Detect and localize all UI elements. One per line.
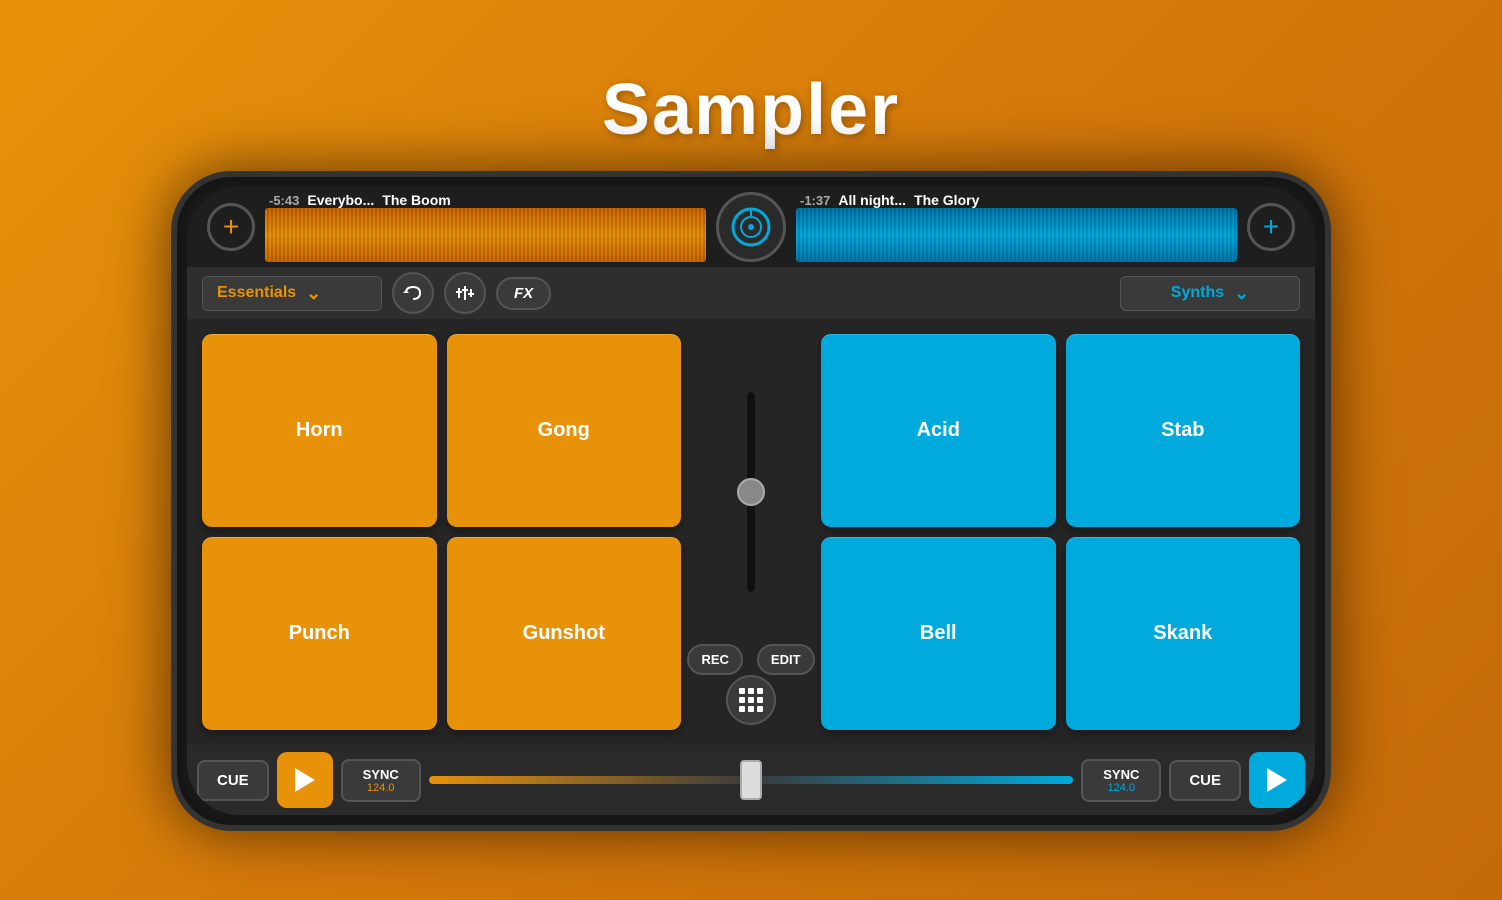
right-sync-button[interactable]: SYNC 124.0 (1081, 759, 1161, 802)
pad-gunshot[interactable]: Gunshot (447, 537, 682, 730)
fx-button[interactable]: FX (496, 277, 551, 310)
left-play-icon (295, 768, 315, 792)
add-deck-left-button[interactable]: + (207, 203, 255, 251)
main-area: Horn Gong Punch Gunshot REC EDIT (187, 319, 1315, 745)
pad-skank[interactable]: Skank (1066, 537, 1301, 730)
left-cue-button[interactable]: CUE (197, 760, 269, 801)
phone-body: + -5:43 Everybo... The Boom (171, 171, 1331, 831)
crossfader-track (429, 776, 1074, 784)
right-waveform[interactable] (796, 208, 1237, 262)
synths-label: Synths (1171, 284, 1224, 302)
volume-slider-track (747, 392, 755, 592)
right-play-button[interactable] (1249, 752, 1305, 808)
grid-dot-5 (748, 697, 754, 703)
controls-bar: Essentials ⌄ (187, 267, 1315, 319)
phone-screen: + -5:43 Everybo... The Boom (187, 187, 1315, 815)
dj-logo (716, 192, 786, 262)
logo-icon (730, 206, 772, 248)
right-cue-button[interactable]: CUE (1169, 760, 1241, 801)
grid-dot-1 (739, 688, 745, 694)
right-deck-album: The Glory (914, 192, 979, 208)
volume-slider-container[interactable] (736, 339, 766, 644)
essentials-label: Essentials (217, 284, 296, 302)
grid-dot-9 (757, 706, 763, 712)
right-sync-bpm: 124.0 (1097, 782, 1145, 794)
essentials-dropdown[interactable]: Essentials ⌄ (202, 276, 382, 311)
eq-button[interactable] (444, 272, 486, 314)
left-pads: Horn Gong Punch Gunshot (202, 334, 681, 730)
left-play-button[interactable] (277, 752, 333, 808)
synths-dropdown[interactable]: Synths ⌄ (1120, 276, 1300, 311)
right-pads: Acid Stab Bell Skank (821, 334, 1300, 730)
pad-gong[interactable]: Gong (447, 334, 682, 527)
right-sync-label: SYNC (1103, 767, 1139, 782)
crossfader-thumb[interactable] (740, 760, 762, 800)
phone-wrapper: + -5:43 Everybo... The Boom (171, 171, 1331, 831)
grid-dot-4 (739, 697, 745, 703)
grid-dot-2 (748, 688, 754, 694)
right-play-icon (1267, 768, 1287, 792)
volume-slider-thumb[interactable] (737, 478, 765, 506)
loop-icon (403, 283, 423, 303)
grid-dot-6 (757, 697, 763, 703)
rec-edit-row: REC EDIT (687, 644, 814, 675)
top-header: + -5:43 Everybo... The Boom (187, 187, 1315, 267)
loop-button[interactable] (392, 272, 434, 314)
grid-dot-7 (739, 706, 745, 712)
right-deck-info: -1:37 All night... The Glory (796, 192, 1237, 208)
pad-bell[interactable]: Bell (821, 537, 1056, 730)
page-title: Sampler (602, 69, 900, 151)
synths-chevron-icon: ⌄ (1234, 283, 1249, 304)
edit-button[interactable]: EDIT (757, 644, 815, 675)
eq-icon (455, 283, 475, 303)
pad-horn[interactable]: Horn (202, 334, 437, 527)
left-deck-info: -5:43 Everybo... The Boom (265, 192, 706, 208)
left-sync-bpm: 124.0 (357, 782, 405, 794)
left-deck-track: Everybo... (307, 192, 374, 208)
grid-dot-3 (757, 688, 763, 694)
left-deck-album: The Boom (382, 192, 450, 208)
left-sync-button[interactable]: SYNC 124.0 (341, 759, 421, 802)
left-sync-label: SYNC (363, 767, 399, 782)
left-deck-time: -5:43 (269, 193, 299, 208)
grid-dot-8 (748, 706, 754, 712)
center-controls: REC EDIT (691, 334, 811, 730)
bottom-bar: CUE SYNC 124.0 SYNC 124.0 CUE (187, 745, 1315, 815)
right-deck-time: -1:37 (800, 193, 830, 208)
pad-punch[interactable]: Punch (202, 537, 437, 730)
left-deck: -5:43 Everybo... The Boom (265, 192, 706, 262)
left-waveform[interactable] (265, 208, 706, 262)
right-deck-track: All night... (838, 192, 906, 208)
pad-acid[interactable]: Acid (821, 334, 1056, 527)
add-deck-right-button[interactable]: + (1247, 203, 1295, 251)
grid-button[interactable] (726, 675, 776, 725)
crossfader-container[interactable] (429, 765, 1074, 795)
grid-icon (739, 688, 763, 712)
rec-button[interactable]: REC (687, 644, 742, 675)
essentials-chevron-icon: ⌄ (306, 283, 321, 304)
pad-stab[interactable]: Stab (1066, 334, 1301, 527)
right-deck: -1:37 All night... The Glory (796, 192, 1237, 262)
